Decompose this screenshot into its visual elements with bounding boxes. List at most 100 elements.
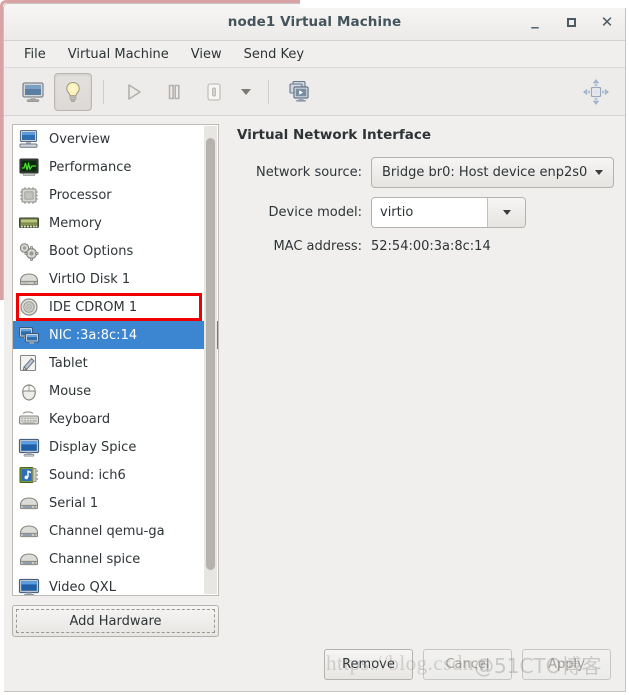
pause-button[interactable]: [155, 73, 193, 111]
add-hardware-button[interactable]: Add Hardware: [12, 605, 219, 637]
shutdown-menu-caret[interactable]: [235, 73, 257, 111]
run-button[interactable]: [115, 73, 153, 111]
sidebar-item-ide-cdrom-1[interactable]: IDE CDROM 1: [13, 293, 218, 321]
sidebar-item-tablet[interactable]: Tablet: [13, 349, 218, 377]
device-model-input[interactable]: virtio: [372, 198, 487, 227]
sidebar-item-label: NIC :3a:8c:14: [49, 327, 138, 343]
serial-icon: [19, 497, 39, 510]
sidebar-item-processor[interactable]: Processor: [13, 181, 218, 209]
display-icon: [18, 578, 40, 595]
fullscreen-button[interactable]: [577, 73, 615, 111]
footer-buttons: https://blog.csdn.n @51CTO博客 Remove Canc…: [4, 637, 625, 691]
chevron-down-icon: [502, 210, 511, 215]
memory-icon: [19, 217, 39, 228]
apply-button[interactable]: Apply: [522, 648, 611, 680]
sidebar-item-sound-ich6[interactable]: Sound: ich6: [13, 461, 218, 489]
window-title: node1 Virtual Machine: [227, 14, 402, 30]
vm-details-window: node1 Virtual Machine _ ✕ File Virtual M…: [3, 3, 626, 692]
gears-icon: [19, 243, 39, 261]
sidebar-item-memory[interactable]: Memory: [13, 209, 218, 237]
snapshots-button[interactable]: [280, 73, 318, 111]
sidebar-item-label: Keyboard: [49, 411, 111, 427]
serial-icon: [19, 525, 39, 538]
network-source-value: Bridge br0: Host device enp2s0: [382, 165, 588, 180]
sidebar-item-label: Serial 1: [49, 495, 99, 511]
sound-icon: [19, 466, 38, 484]
sidebar-item-keyboard[interactable]: Keyboard: [13, 405, 218, 433]
maximize-icon: [566, 17, 576, 27]
performance-icon: [19, 158, 39, 176]
shutdown-button[interactable]: [195, 73, 233, 111]
sidebar-item-channel-spice[interactable]: Channel spice: [13, 545, 218, 573]
keyboard-icon: [18, 411, 40, 425]
device-model-combo[interactable]: virtio: [371, 197, 526, 228]
close-button[interactable]: ✕: [597, 12, 617, 32]
remove-button[interactable]: Remove: [324, 648, 413, 680]
window-controls: _ ✕: [525, 4, 617, 40]
add-hardware-label: Add Hardware: [69, 613, 162, 629]
hardware-pane: Overview Performance Processor Memory Boot O…: [12, 124, 219, 637]
display-icon: [18, 438, 40, 457]
menu-view[interactable]: View: [180, 43, 233, 66]
sidebar-item-label: Display Spice: [49, 439, 137, 455]
sidebar-item-channel-qemu-ga[interactable]: Channel qemu-ga: [13, 517, 218, 545]
minimize-button[interactable]: _: [525, 12, 545, 32]
sidebar-item-performance[interactable]: Performance: [13, 153, 218, 181]
sidebar-item-label: Tablet: [49, 355, 88, 371]
menubar: File Virtual Machine View Send Key: [4, 41, 625, 68]
chevron-down-icon: [241, 88, 251, 95]
sidebar-item-boot-options[interactable]: Boot Options: [13, 237, 218, 265]
screens-icon: [289, 80, 309, 102]
maximize-button[interactable]: [561, 12, 581, 32]
network-source-dropdown[interactable]: Bridge br0: Host device enp2s0: [371, 157, 615, 188]
power-icon: [207, 82, 221, 101]
sidebar-item-label: Channel spice: [49, 551, 141, 567]
details-pane: Virtual Network Interface Network source…: [219, 124, 617, 637]
cpu-icon: [20, 187, 38, 204]
menu-send-key[interactable]: Send Key: [233, 43, 315, 66]
sidebar-item-serial-1[interactable]: Serial 1: [13, 489, 218, 517]
edge-mask-top: [300, 0, 629, 8]
toolbar-separator-2: [268, 79, 269, 104]
mac-address-label: MAC address:: [273, 239, 362, 254]
network-source-row: Network source: Bridge br0: Host device …: [237, 157, 617, 188]
toolbar: [4, 68, 625, 116]
mac-address-value: 52:54:00:3a:8c:14: [371, 239, 491, 254]
sidebar-item-nic[interactable]: NIC :3a:8c:14: [13, 321, 218, 349]
nic-icon: [18, 326, 40, 344]
network-source-label: Network source:: [256, 165, 362, 180]
hardware-list-scrollbar[interactable]: [204, 126, 217, 594]
computer-icon: [19, 129, 38, 148]
toolbar-separator-1: [103, 79, 104, 104]
show-console-button[interactable]: [14, 73, 52, 111]
cdrom-icon: [20, 298, 38, 316]
sidebar-item-label: Video QXL: [49, 579, 116, 595]
cancel-button[interactable]: Cancel: [423, 648, 512, 680]
sidebar-item-label: Boot Options: [49, 243, 134, 259]
sidebar-item-label: VirtIO Disk 1: [49, 271, 131, 287]
sidebar-item-label: IDE CDROM 1: [49, 299, 138, 315]
sidebar-item-video-qxl[interactable]: Video QXL: [13, 573, 218, 595]
menu-virtual-machine[interactable]: Virtual Machine: [57, 43, 180, 66]
page-title: Virtual Network Interface: [237, 127, 432, 143]
sidebar-item-mouse[interactable]: Mouse: [13, 377, 218, 405]
edge-mask-left: [0, 300, 4, 695]
minimize-icon: _: [531, 11, 539, 29]
sidebar-item-overview[interactable]: Overview: [13, 125, 218, 153]
device-model-row: Device model: virtio: [237, 197, 617, 228]
sidebar-item-label: Overview: [49, 131, 111, 147]
scrollbar-thumb[interactable]: [206, 138, 215, 570]
sidebar-item-label: Sound: ich6: [49, 467, 126, 483]
monitor-icon: [22, 81, 44, 102]
sidebar-item-virtio-disk-1[interactable]: VirtIO Disk 1: [13, 265, 218, 293]
device-model-dropdown-button[interactable]: [487, 198, 525, 227]
pause-icon: [168, 84, 180, 99]
show-details-button[interactable]: [54, 72, 92, 111]
sidebar-item-label: Mouse: [49, 383, 92, 399]
hardware-list[interactable]: Overview Performance Processor Memory Boot O…: [13, 125, 218, 595]
menu-file[interactable]: File: [13, 43, 57, 66]
sidebar-item-display-spice[interactable]: Display Spice: [13, 433, 218, 461]
tablet-icon: [19, 354, 37, 372]
mac-address-row: MAC address: 52:54:00:3a:8c:14: [237, 239, 617, 254]
sidebar-item-label: Performance: [49, 159, 132, 175]
